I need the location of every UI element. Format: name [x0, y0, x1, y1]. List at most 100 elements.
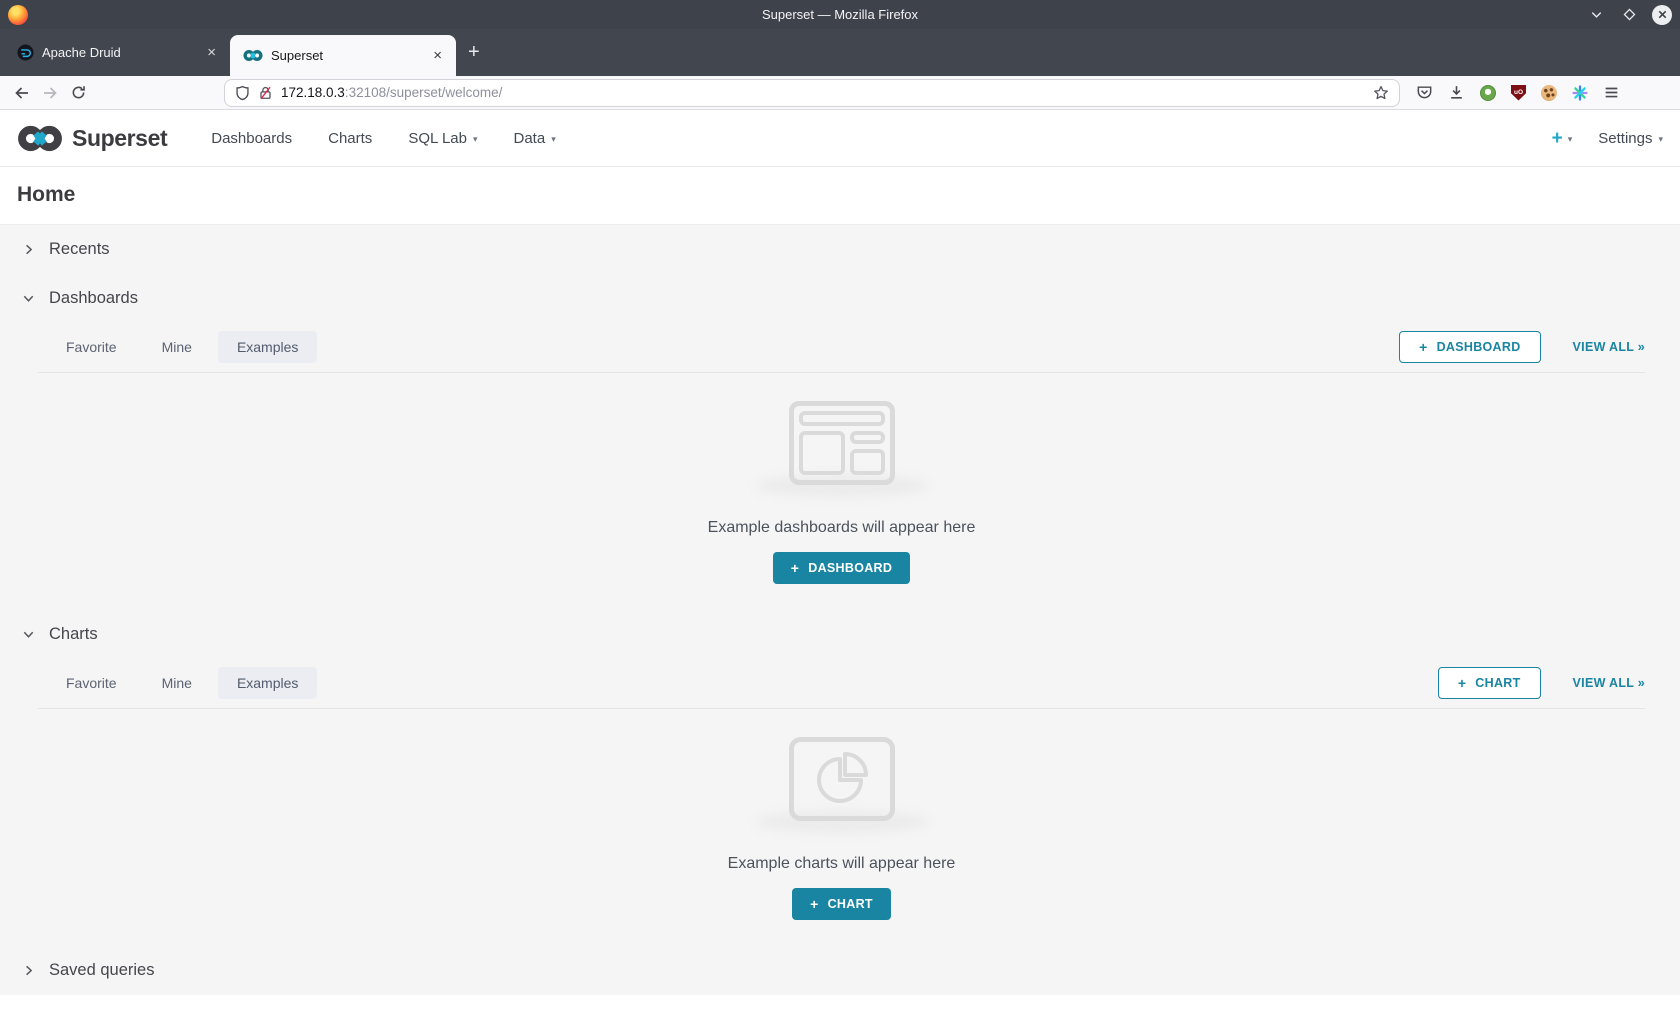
tab-close-icon[interactable]: ×	[203, 43, 220, 62]
privacy-badger-icon[interactable]	[1480, 85, 1496, 101]
bookmark-star-icon[interactable]	[1373, 85, 1389, 101]
chevron-down-icon	[21, 291, 36, 306]
caret-down-icon: ▾	[473, 134, 478, 145]
tab-label: Apache Druid	[42, 45, 195, 60]
new-tab-button[interactable]: +	[456, 41, 492, 64]
new-dashboard-button[interactable]: + DASHBOARD	[1399, 331, 1540, 363]
charts-actions: + CHART VIEW ALL »	[1438, 667, 1645, 699]
empty-state-text: Example charts will appear here	[728, 855, 956, 873]
insecure-lock-icon[interactable]	[258, 85, 273, 101]
close-button[interactable]	[1652, 5, 1672, 25]
url-bar[interactable]: 172.18.0.3:32108/superset/welcome/	[224, 79, 1400, 107]
chevron-right-icon	[21, 963, 36, 978]
tab-close-icon[interactable]: ×	[429, 46, 446, 65]
nav-item-label: Charts	[328, 130, 372, 147]
empty-state-text: Example dashboards will appear here	[708, 519, 976, 537]
menu-hamburger-icon[interactable]	[1603, 84, 1620, 101]
create-chart-button[interactable]: + CHART	[792, 888, 891, 920]
subtab-mine[interactable]: Mine	[143, 331, 211, 363]
maximize-button[interactable]	[1619, 5, 1639, 25]
subtab-favorite[interactable]: Favorite	[47, 667, 136, 699]
window-titlebar: Superset — Mozilla Firefox	[0, 0, 1680, 29]
chevron-down-icon	[21, 627, 36, 642]
dashboards-empty-state: Example dashboards will appear here + DA…	[38, 373, 1645, 610]
subtab-favorite[interactable]: Favorite	[47, 331, 136, 363]
create-dashboard-button[interactable]: + DASHBOARD	[773, 552, 910, 584]
tab-label: Superset	[271, 48, 421, 63]
nav-item-charts[interactable]: Charts	[310, 130, 390, 147]
dashboards-actions: + DASHBOARD VIEW ALL »	[1399, 331, 1645, 363]
ublock-origin-icon[interactable]: uO	[1511, 85, 1526, 101]
caret-down-icon: ▾	[1658, 134, 1663, 145]
charts-panel-header: Favorite Mine Examples + CHART VIEW ALL …	[38, 659, 1645, 709]
caret-down-icon: ▾	[551, 134, 556, 145]
section-saved-queries[interactable]: Saved queries	[0, 946, 1680, 995]
plus-icon: +	[1419, 340, 1427, 354]
chart-placeholder-icon	[789, 737, 895, 821]
browser-tab-bar: Apache Druid × Superset × +	[0, 29, 1680, 76]
back-button[interactable]	[8, 80, 36, 106]
new-item-menu[interactable]: + ▾	[1552, 129, 1573, 148]
brand-name: Superset	[72, 125, 167, 152]
settings-label: Settings	[1598, 130, 1652, 147]
subtab-examples[interactable]: Examples	[218, 667, 317, 699]
page-title: Home	[17, 183, 1663, 207]
caret-down-icon: ▾	[1568, 134, 1573, 145]
subtab-examples[interactable]: Examples	[218, 331, 317, 363]
nav-item-dashboards[interactable]: Dashboards	[193, 130, 310, 147]
forward-button[interactable]	[36, 80, 64, 106]
section-dashboards[interactable]: Dashboards	[0, 274, 1680, 323]
view-all-charts-link[interactable]: VIEW ALL »	[1573, 676, 1645, 690]
dashboards-panel: Favorite Mine Examples + DASHBOARD VIEW …	[38, 323, 1645, 610]
nav-item-sql-lab[interactable]: SQL Lab ▾	[390, 130, 495, 147]
pocket-icon[interactable]	[1416, 84, 1433, 101]
browser-toolbar: 172.18.0.3:32108/superset/welcome/ uO	[0, 76, 1680, 110]
window-title: Superset — Mozilla Firefox	[762, 7, 918, 22]
button-label: CHART	[828, 897, 873, 911]
nav-item-label: SQL Lab	[408, 130, 467, 147]
section-label: Dashboards	[49, 289, 138, 308]
dashboards-panel-header: Favorite Mine Examples + DASHBOARD VIEW …	[38, 323, 1645, 373]
download-icon[interactable]	[1448, 84, 1465, 101]
navbar-right: + ▾ Settings ▾	[1552, 129, 1663, 148]
superset-favicon-icon	[243, 49, 263, 62]
url-path: :32108/superset/welcome/	[345, 85, 503, 100]
button-label: DASHBOARD	[1437, 340, 1521, 354]
tab-apache-druid[interactable]: Apache Druid ×	[4, 29, 230, 76]
cookie-extension-icon[interactable]	[1541, 85, 1557, 101]
nav-item-data[interactable]: Data ▾	[496, 130, 574, 147]
settings-menu[interactable]: Settings ▾	[1598, 130, 1663, 147]
dashboards-subtabs: Favorite Mine Examples	[38, 331, 317, 363]
containers-asterisk-icon[interactable]	[1572, 85, 1588, 101]
plus-icon: +	[1552, 129, 1563, 148]
charts-empty-state: Example charts will appear here + CHART	[38, 709, 1645, 946]
window-controls	[1586, 5, 1672, 25]
tracking-shield-icon[interactable]	[235, 85, 250, 101]
toolbar-extensions: uO	[1416, 84, 1620, 101]
section-charts[interactable]: Charts	[0, 610, 1680, 659]
nav-item-label: Data	[514, 130, 546, 147]
page-header: Home	[0, 167, 1680, 225]
firefox-logo-icon	[8, 5, 28, 25]
tab-superset[interactable]: Superset ×	[230, 35, 456, 76]
plus-icon: +	[810, 897, 818, 911]
button-label: DASHBOARD	[808, 561, 892, 575]
minimize-button[interactable]	[1586, 5, 1606, 25]
plus-icon: +	[791, 561, 799, 575]
superset-navbar: Superset Dashboards Charts SQL Lab ▾ Dat…	[0, 110, 1680, 167]
section-label: Charts	[49, 625, 98, 644]
url-text[interactable]: 172.18.0.3:32108/superset/welcome/	[281, 85, 1365, 100]
charts-subtabs: Favorite Mine Examples	[38, 667, 317, 699]
chevron-right-icon	[21, 242, 36, 257]
new-chart-button[interactable]: + CHART	[1438, 667, 1541, 699]
reload-button[interactable]	[64, 80, 92, 106]
url-host: 172.18.0.3	[281, 85, 345, 100]
charts-panel: Favorite Mine Examples + CHART VIEW ALL …	[38, 659, 1645, 946]
button-label: CHART	[1475, 676, 1520, 690]
dashboard-placeholder-icon	[789, 401, 895, 485]
section-recents[interactable]: Recents	[0, 225, 1680, 274]
view-all-dashboards-link[interactable]: VIEW ALL »	[1573, 340, 1645, 354]
superset-brand[interactable]: Superset	[17, 124, 167, 153]
subtab-mine[interactable]: Mine	[143, 667, 211, 699]
section-label: Recents	[49, 240, 110, 259]
